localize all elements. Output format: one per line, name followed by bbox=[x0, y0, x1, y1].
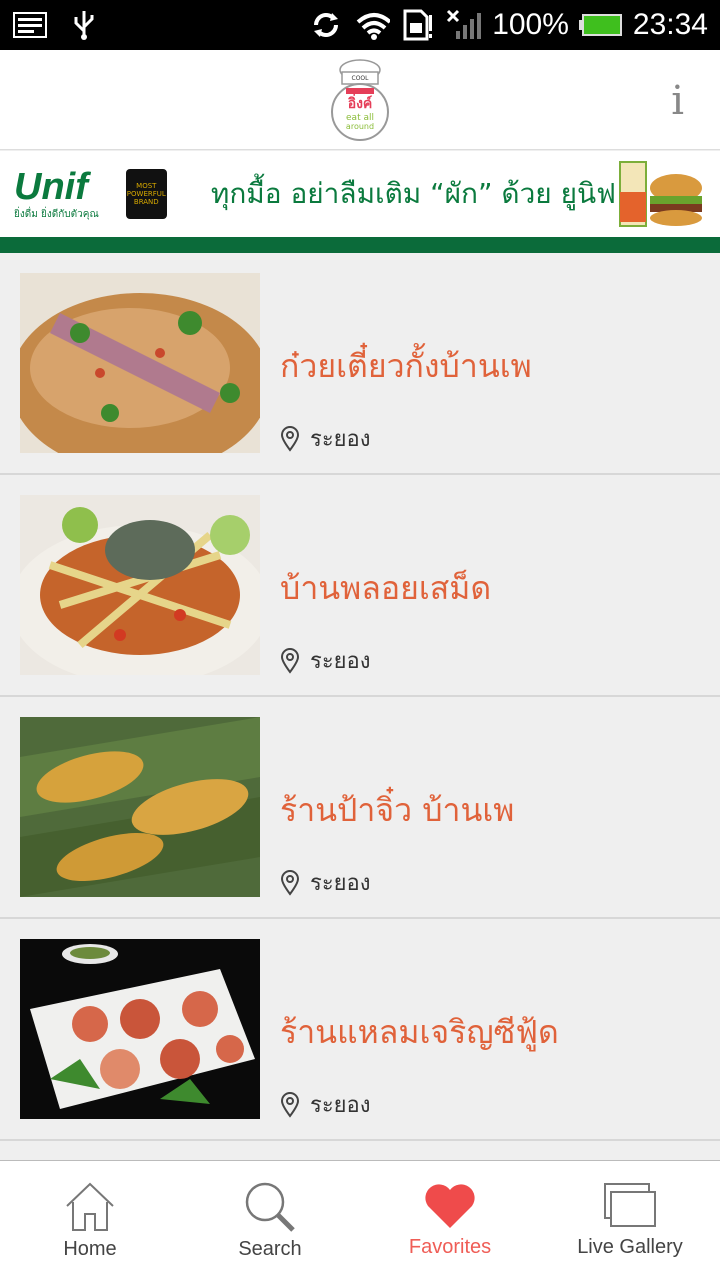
ad-banner[interactable]: Unif ยิ่งดื่ม ยิ่งดีกับตัวคุณ MOST POWER… bbox=[0, 151, 720, 253]
restaurant-photo bbox=[20, 273, 260, 453]
ad-award-badge: MOST POWERFUL BRAND bbox=[125, 169, 167, 219]
home-icon bbox=[66, 1182, 114, 1231]
location-pin-icon bbox=[280, 1091, 300, 1118]
gallery-icon bbox=[604, 1183, 656, 1227]
restaurant-name: ร้านป้าจิ๋ว บ้านเพ bbox=[280, 791, 515, 829]
location: ระยอง bbox=[280, 1087, 370, 1122]
info-button[interactable]: i bbox=[671, 78, 684, 124]
battery-icon bbox=[578, 9, 623, 41]
restaurant-photo bbox=[20, 717, 260, 897]
location-label: ระยอง bbox=[310, 427, 371, 452]
nav-home-label: Home bbox=[63, 1238, 117, 1260]
ad-brand: Unif ยิ่งดื่ม ยิ่งดีกับตัวคุณ bbox=[14, 167, 122, 222]
restaurant-photo bbox=[20, 939, 260, 1119]
status-bar: 100% 23:34 bbox=[0, 0, 720, 50]
restaurant-name: บ้านพลอยเสม็ด bbox=[280, 569, 492, 607]
list-item[interactable]: บ้านพลอยเสม็ด ระยอง bbox=[0, 475, 720, 697]
ad-product-image bbox=[616, 158, 706, 230]
heart-icon bbox=[425, 1184, 475, 1228]
ad-brand-tagline: ยิ่งดื่ม ยิ่งดีกับตัวคุณ bbox=[14, 208, 99, 220]
screenshot-icon bbox=[12, 9, 48, 41]
nav-favorites[interactable]: Favorites bbox=[360, 1161, 540, 1280]
bottom-nav: Home Search Favorites Live Gallery bbox=[0, 1160, 720, 1280]
location-pin-icon bbox=[280, 425, 300, 452]
usb-icon bbox=[66, 9, 102, 41]
svg-text:around: around bbox=[346, 122, 374, 131]
svg-text:อิ่งค์: อิ่งค์ bbox=[347, 93, 372, 112]
location-label: ระยอง bbox=[310, 1093, 371, 1118]
ad-brand-name: Unif bbox=[14, 165, 88, 208]
location: ระยอง bbox=[280, 865, 370, 900]
svg-text:COOL: COOL bbox=[352, 75, 370, 82]
search-icon bbox=[245, 1182, 295, 1232]
sync-icon bbox=[308, 9, 344, 41]
nav-live-gallery-label: Live Gallery bbox=[577, 1236, 683, 1258]
nav-live-gallery[interactable]: Live Gallery bbox=[540, 1161, 720, 1280]
location-label: ระยอง bbox=[310, 871, 371, 896]
signal-icon bbox=[446, 9, 482, 41]
location: ระยอง bbox=[280, 421, 370, 456]
restaurant-name: ร้านแหลมเจริญซีฟู้ด bbox=[280, 1013, 559, 1051]
location-label: ระยอง bbox=[310, 649, 371, 674]
list-item[interactable]: ร้านป้าจิ๋ว บ้านเพ ระยอง bbox=[0, 697, 720, 919]
list-item[interactable]: ก๋วยเตี๋ยวกั้งบ้านเพ ระยอง bbox=[0, 253, 720, 475]
location-pin-icon bbox=[280, 647, 300, 674]
nav-favorites-label: Favorites bbox=[408, 1236, 492, 1258]
wifi-icon bbox=[354, 9, 391, 41]
restaurant-list: ก๋วยเตี๋ยวกั้งบ้านเพ ระยอง บ้านพลอยเสม็ด bbox=[0, 253, 720, 1141]
nav-search[interactable]: Search bbox=[180, 1161, 360, 1280]
restaurant-photo bbox=[20, 495, 260, 675]
sim-icon bbox=[400, 9, 436, 41]
ad-slogan: ทุกมื้อ อย่าลืมเติม “ผัก” ด้วย ยูนิฟ bbox=[210, 177, 616, 210]
clock: 23:34 bbox=[632, 8, 708, 41]
location: ระยอง bbox=[280, 643, 370, 678]
location-pin-icon bbox=[280, 869, 300, 896]
nav-search-label: Search bbox=[238, 1238, 302, 1260]
battery-percent: 100% bbox=[492, 8, 569, 41]
nav-home[interactable]: Home bbox=[0, 1161, 180, 1280]
app-logo: COOL อิ่งค์ eat all around bbox=[331, 58, 389, 141]
list-item[interactable]: ร้านแหลมเจริญซีฟู้ด ระยอง bbox=[0, 919, 720, 1141]
app-header: COOL อิ่งค์ eat all around i bbox=[0, 50, 720, 150]
restaurant-name: ก๋วยเตี๋ยวกั้งบ้านเพ bbox=[280, 347, 532, 385]
